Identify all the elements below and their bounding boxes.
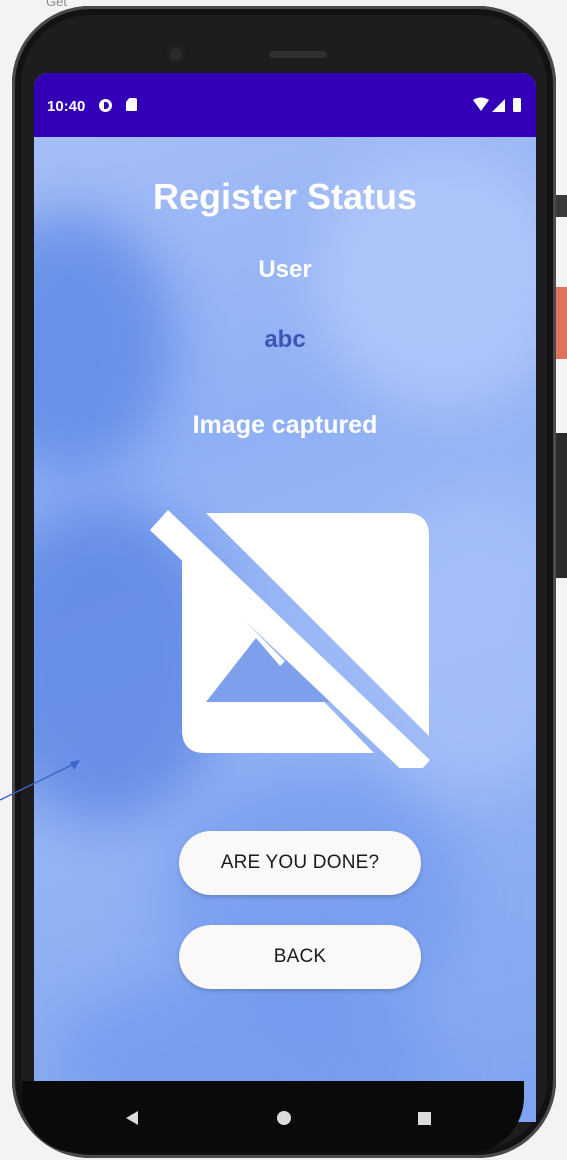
background-window-fragment [556,195,567,217]
front-camera [167,45,185,63]
cell-signal-icon [492,99,505,112]
battery-icon [513,98,521,112]
nav-back-icon[interactable] [126,1111,138,1125]
status-time: 10:40 [47,98,86,115]
back-button[interactable]: BACK [179,925,421,989]
background-caption: Get [46,0,67,9]
wifi-icon [473,97,489,111]
nav-recents-icon[interactable] [418,1112,431,1125]
page: Get 10:40 Register Status User abc Image… [0,0,567,1160]
data-saver-icon [99,99,112,112]
navigation-bar [22,1081,524,1153]
image-status-text: Image captured [192,411,378,439]
earpiece-speaker [269,51,327,58]
are-you-done-button[interactable]: ARE YOU DONE? [179,831,421,895]
user-value: abc [264,326,306,353]
status-icons [473,97,521,112]
phone-frame: 10:40 Register Status User abc Image cap… [12,6,556,1158]
hide-image-icon [150,510,430,768]
background-window-fragment [556,433,567,578]
background-window-fragment [556,287,567,359]
nav-home-icon[interactable] [277,1111,291,1125]
page-title: Register Status [152,176,418,217]
app-screen: 10:40 Register Status User abc Image cap… [34,73,536,1122]
user-label: User [258,256,312,283]
sd-card-icon [126,98,137,111]
status-bar: 10:40 [34,73,536,137]
